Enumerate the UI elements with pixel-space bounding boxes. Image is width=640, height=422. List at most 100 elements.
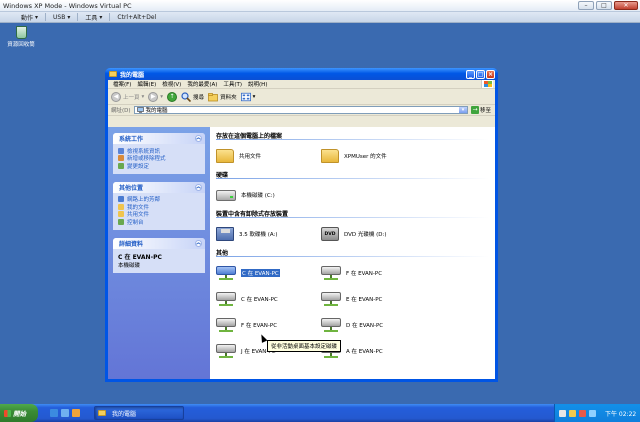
forward-arrow-icon: ▶ [148, 91, 159, 102]
group-title-stored-files: 存放在這個電腦上的檔案 [216, 133, 283, 140]
windows-logo-icon [481, 80, 493, 88]
security-alert-icon[interactable] [569, 409, 576, 417]
volume-icon[interactable] [589, 409, 596, 417]
network-status-icon[interactable] [559, 409, 566, 417]
group-title-hard-drives: 硬碟 [216, 172, 229, 179]
user-documents-item[interactable]: XPMUser 的文件 [321, 144, 426, 168]
media-player-icon[interactable] [72, 409, 80, 417]
item-label: 3.5 軟碟機 (A:) [239, 232, 278, 238]
network-drive-item[interactable]: C 在 EVAN-PC [216, 287, 321, 311]
network-drive-item[interactable]: E 在 EVAN-PC [321, 287, 426, 311]
network-drive-icon [321, 317, 341, 333]
details-header[interactable]: 詳細資料 ︽ [113, 237, 205, 249]
search-button[interactable]: 搜尋 [181, 91, 205, 102]
recycle-bin-icon [15, 26, 27, 39]
back-button[interactable]: ◀ 上一頁 ▾ [111, 91, 145, 102]
network-drive-icon [216, 343, 236, 359]
network-drive-item[interactable]: F 在 EVAN-PC [321, 261, 426, 285]
host-menu-bar: 動作 ▾ USB ▾ 工具 ▾ Ctrl+Alt+Del [0, 12, 640, 23]
shield-icon[interactable] [579, 409, 586, 417]
explorer-toolbar: ◀ 上一頁 ▾ ▶ ▾ ↑ 搜尋 資料夾 ▾ [108, 89, 495, 105]
host-minimize-button[interactable]: – [578, 1, 594, 10]
floppy-drive-icon [216, 227, 234, 241]
host-menu-tools[interactable]: 工具 ▾ [78, 13, 109, 22]
collapse-chevron-icon[interactable]: ︽ [195, 183, 202, 191]
menu-view[interactable]: 檢視(V) [159, 80, 184, 88]
local-disk-c-item[interactable]: 本機磁碟 (C:) [216, 183, 321, 207]
divider [216, 256, 489, 257]
explorer-menu-bar: 檔案(F) 編輯(E) 檢視(V) 我的最愛(A) 工具(T) 說明(H) [108, 80, 495, 89]
quick-launch [50, 409, 80, 417]
folders-button[interactable]: 資料夾 [208, 92, 237, 102]
computer-icon [136, 107, 144, 113]
explorer-body: 檔案(F) 編輯(E) 檢視(V) 我的最愛(A) 工具(T) 說明(H) ◀ … [108, 80, 495, 379]
back-label: 上一頁 [123, 94, 140, 101]
dvd-drive-icon: DVD [321, 227, 339, 241]
other-places-header[interactable]: 其他位置 ︽ [113, 181, 205, 193]
search-label: 搜尋 [193, 94, 205, 101]
address-dropdown-button[interactable]: ▾ [458, 107, 467, 113]
start-button[interactable]: 開始 [0, 404, 38, 422]
forward-button[interactable]: ▶ ▾ [148, 91, 164, 102]
menu-help[interactable]: 說明(H) [245, 80, 270, 88]
menu-file[interactable]: 檔案(F) [110, 80, 134, 88]
network-drive-item[interactable]: C 在 EVAN-PC [216, 261, 321, 285]
folder-icon [321, 149, 339, 163]
menu-edit[interactable]: 編輯(E) [134, 80, 159, 88]
go-label: 移至 [479, 108, 491, 114]
maximize-button[interactable]: □ [476, 70, 485, 79]
close-button[interactable]: × [486, 70, 495, 79]
recycle-bin-shortcut[interactable]: 資源回收筒 [6, 26, 36, 48]
chevron-down-icon: ▾ [160, 93, 164, 100]
network-drive-item[interactable]: D 在 EVAN-PC [321, 313, 426, 337]
network-drive-icon [216, 291, 236, 307]
dvd-d-item[interactable]: DVD DVD 光碟機 (D:) [321, 222, 426, 246]
menu-favorites[interactable]: 我的最愛(A) [184, 80, 220, 88]
place-control-panel[interactable]: 控制台 [118, 218, 200, 226]
tooltip: 從非活動桌面基本設定磁碟 [267, 340, 342, 352]
host-title: Windows XP Mode - Windows Virtual PC [3, 1, 132, 10]
folders-label: 資料夾 [220, 94, 237, 101]
host-maximize-button[interactable]: □ [596, 1, 612, 10]
up-button[interactable]: ↑ [167, 91, 178, 102]
item-label: 共用文件 [239, 154, 262, 160]
start-label: 開始 [13, 410, 26, 418]
taskbar-item-my-computer[interactable]: 我的電腦 [94, 406, 184, 420]
task-label: 變更設定 [127, 163, 150, 170]
floppy-a-item[interactable]: 3.5 軟碟機 (A:) [216, 222, 321, 246]
go-button[interactable]: → 移至 [470, 106, 495, 114]
internet-explorer-icon[interactable] [50, 409, 58, 417]
chevron-down-icon: ▾ [141, 93, 145, 100]
collapse-chevron-icon[interactable]: ︽ [195, 239, 202, 247]
address-value: 我的電腦 [145, 108, 168, 114]
network-icon [118, 196, 124, 203]
menu-tools[interactable]: 工具(T) [220, 80, 245, 88]
taskbar-item-label: 我的電腦 [112, 410, 137, 418]
address-input[interactable]: 我的電腦 ▾ [133, 106, 468, 114]
item-label: F 在 EVAN-PC [241, 323, 278, 329]
task-change-settings[interactable]: 變更設定 [118, 162, 200, 170]
item-label: D 在 EVAN-PC [346, 323, 384, 329]
item-label: C 在 EVAN-PC [241, 297, 278, 303]
system-tasks-panel: 系統工作 ︽ 檢視系統資訊 新增或移除程式 變更設定 [113, 133, 205, 174]
views-icon [240, 92, 251, 101]
minimize-button[interactable]: _ [466, 70, 475, 79]
explorer-title-bar[interactable]: 我的電腦 _ □ × [105, 68, 498, 80]
control-panel-icon [118, 218, 124, 225]
show-desktop-icon[interactable] [61, 409, 69, 417]
explorer-title: 我的電腦 [120, 71, 145, 79]
views-button[interactable]: ▾ [240, 92, 255, 102]
host-menu-ctrl-alt-del[interactable]: Ctrl+Alt+Del [110, 14, 163, 21]
item-label: C 在 EVAN-PC [241, 269, 280, 277]
collapse-chevron-icon[interactable]: ︽ [195, 135, 202, 142]
go-arrow-icon: → [470, 106, 479, 114]
shared-documents-item[interactable]: 共用文件 [216, 144, 321, 168]
address-label: 網址(D) [111, 108, 131, 114]
network-drive-item[interactable]: F 在 EVAN-PC [216, 313, 321, 337]
item-label: A 在 EVAN-PC [346, 349, 383, 355]
host-close-button[interactable]: ✕ [614, 1, 638, 10]
clock[interactable]: 下午 02:22 [605, 409, 636, 418]
system-tasks-header[interactable]: 系統工作 ︽ [113, 133, 205, 144]
host-menu-usb[interactable]: USB ▾ [46, 14, 77, 21]
host-menu-action[interactable]: 動作 ▾ [14, 13, 45, 22]
